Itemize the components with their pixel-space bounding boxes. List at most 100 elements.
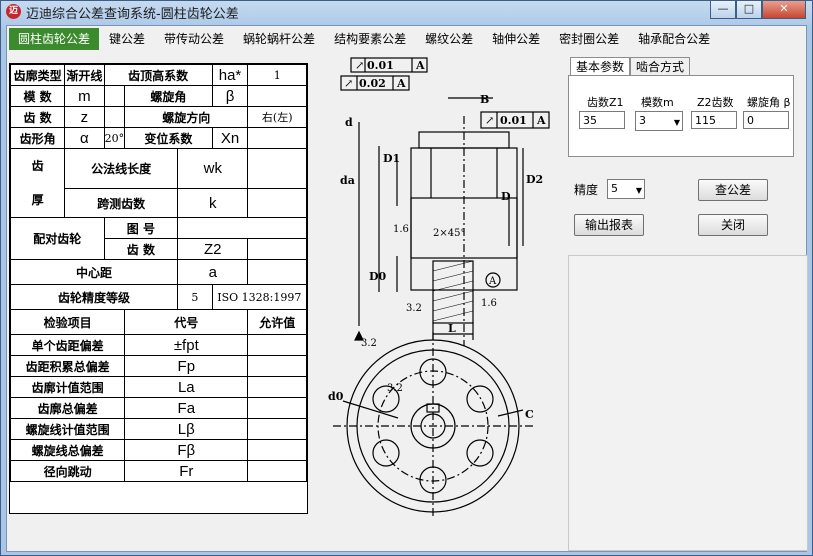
- label-da: da: [340, 174, 355, 187]
- profile-type-label: 齿廓类型: [9, 64, 66, 86]
- tab-structure[interactable]: 结构要素公差: [325, 28, 415, 50]
- m-label: 模数m: [641, 96, 674, 109]
- addendum-coef-value: 1: [247, 64, 307, 86]
- shift-coef-label: 变位系数: [124, 127, 213, 149]
- tab-key[interactable]: 键公差: [100, 28, 154, 50]
- label-d: d: [345, 116, 353, 129]
- title-bar[interactable]: 迈 迈迪综合公差查询系统-圆柱齿轮公差 — □ ✕: [1, 1, 812, 23]
- app-window: 迈 迈迪综合公差查询系统-圆柱齿轮公差 — □ ✕ 圆柱齿轮公差 键公差 带传动…: [0, 0, 813, 556]
- accuracy-standard: ISO 1328:1997: [211, 284, 308, 310]
- roughness-2: 3.2: [406, 303, 422, 314]
- tab-basic-params[interactable]: 基本参数: [570, 57, 631, 77]
- chamfer-note: 2×45°: [433, 228, 465, 239]
- span-length-symbol: wk: [177, 147, 249, 190]
- datum-A: A: [488, 276, 497, 287]
- maximize-button[interactable]: □: [736, 1, 762, 19]
- span-teeth-symbol: k: [177, 188, 249, 218]
- label-D2: D2: [526, 173, 543, 186]
- tab-bearing[interactable]: 轴承配合公差: [629, 28, 719, 50]
- minimize-button[interactable]: —: [710, 1, 736, 19]
- svg-text:↗: ↗: [344, 77, 353, 90]
- chevron-down-icon: ▼: [673, 118, 680, 127]
- profile-type-value: 渐开线: [64, 64, 105, 86]
- pressure-angle-label: 齿形角: [9, 127, 66, 149]
- close-button[interactable]: 关闭: [698, 214, 768, 236]
- z2-label: Z2齿数: [697, 96, 734, 109]
- z2-input[interactable]: 115: [691, 111, 737, 129]
- export-report-button[interactable]: 输出报表: [574, 214, 644, 236]
- gear-spec-table: 齿廓类型 渐开线 齿顶高系数 ha* 1 模 数 m 螺旋角 β 齿 数 z 螺…: [9, 63, 308, 514]
- center-distance-label: 中心距: [9, 259, 179, 285]
- app-logo-icon: 迈: [6, 4, 21, 19]
- tooth-thickness-label: 齿厚: [9, 148, 66, 218]
- label-D: D: [501, 190, 511, 203]
- check-row: 齿距积累总偏差 Fp: [9, 355, 307, 377]
- check-row: 齿廓总偏差 Fa: [9, 397, 307, 419]
- mating-teeth-label: 齿 数: [103, 238, 179, 260]
- drawing-no-label: 图 号: [103, 217, 179, 239]
- tol3-datum: A: [536, 114, 546, 127]
- accuracy-value: 5: [177, 284, 213, 310]
- check-row: 单个齿距偏差 ±fpt: [9, 334, 307, 356]
- span-length-label: 公法线长度: [64, 147, 179, 190]
- query-tolerance-button[interactable]: 查公差: [698, 179, 768, 201]
- tab-cylindrical-gear[interactable]: 圆柱齿轮公差: [9, 28, 100, 50]
- basic-params-frame: 齿数Z1 模数m Z2齿数 螺旋角 β 35 3 ▼ 115 0: [568, 75, 794, 157]
- report-area: [568, 255, 808, 551]
- label-L: L: [448, 322, 456, 335]
- accuracy-label: 齿轮精度等级: [9, 284, 179, 310]
- roughness-4: 3.2: [387, 383, 403, 394]
- gear-drawing: ↗ ↗ ↗ 0.01 A 0.02 A 0.01 A B d D1 da D2 …: [328, 57, 550, 518]
- label-d0: d0: [328, 390, 344, 403]
- z1-label: 齿数Z1: [587, 96, 624, 109]
- tab-seal[interactable]: 密封圈公差: [550, 28, 628, 50]
- shift-coef-symbol: Xn: [211, 127, 249, 149]
- client-area: 圆柱齿轮公差 键公差 带传动公差 蜗轮蜗杆公差 结构要素公差 螺纹公差 轴伸公差…: [6, 25, 808, 552]
- code-header: 代号: [124, 309, 249, 335]
- label-D0: D0: [369, 270, 387, 283]
- check-row: 齿廓计值范围 La: [9, 376, 307, 398]
- center-distance-symbol: a: [177, 259, 249, 285]
- tab-belt[interactable]: 带传动公差: [155, 28, 233, 50]
- z1-input[interactable]: 35: [579, 111, 625, 129]
- pressure-angle-symbol: α: [64, 127, 105, 149]
- helix-dir-label: 螺旋方向: [124, 106, 249, 128]
- tol3-value: 0.01: [500, 114, 527, 127]
- precision-select[interactable]: 5 ▼: [607, 179, 645, 199]
- check-items-header: 检验项目: [9, 309, 126, 335]
- allowance-header: 允许值: [247, 309, 307, 335]
- roughness-5: 1.6: [481, 298, 497, 309]
- tab-thread[interactable]: 螺纹公差: [416, 28, 482, 50]
- check-row: 径向跳动 Fr: [9, 460, 307, 482]
- helix-angle-label: 螺旋角: [124, 85, 213, 107]
- m-select[interactable]: 3 ▼: [635, 111, 683, 131]
- tab-mesh-mode[interactable]: 啮合方式: [630, 57, 691, 77]
- module-symbol: m: [64, 85, 105, 107]
- tol2-value: 0.02: [359, 77, 386, 90]
- label-C: C: [525, 408, 534, 421]
- span-teeth-label: 跨测齿数: [64, 188, 179, 218]
- svg-text:↗: ↗: [485, 114, 494, 127]
- beta-input[interactable]: 0: [743, 111, 789, 129]
- close-window-button[interactable]: ✕: [762, 1, 806, 19]
- roughness-1: 1.6: [393, 224, 409, 235]
- addendum-coef-label: 齿顶高系数: [103, 64, 213, 86]
- tol2-datum: A: [396, 77, 406, 90]
- beta-label: 螺旋角 β: [747, 96, 791, 109]
- pressure-angle-value: 20°: [103, 127, 126, 149]
- parameter-panel: 基本参数 啮合方式 齿数Z1 模数m Z2齿数 螺旋角 β 35 3 ▼ 115 …: [564, 56, 808, 551]
- check-row: 螺旋线总偏差 Fβ: [9, 439, 307, 461]
- tab-worm[interactable]: 蜗轮蜗杆公差: [234, 28, 324, 50]
- label-B: B: [480, 93, 489, 106]
- label-D1: D1: [383, 152, 400, 165]
- check-row: 螺旋线计值范围 Lβ: [9, 418, 307, 440]
- svg-text:↗: ↗: [355, 59, 364, 72]
- tab-bar: 圆柱齿轮公差 键公差 带传动公差 蜗轮蜗杆公差 结构要素公差 螺纹公差 轴伸公差…: [9, 28, 720, 52]
- precision-label: 精度: [574, 183, 599, 197]
- mating-teeth-symbol: Z2: [177, 238, 249, 260]
- teeth-symbol: z: [64, 106, 105, 128]
- addendum-coef-symbol: ha*: [211, 64, 249, 86]
- tol1-value: 0.01: [367, 59, 394, 72]
- module-label: 模 数: [9, 85, 66, 107]
- tab-shaft-end[interactable]: 轴伸公差: [483, 28, 549, 50]
